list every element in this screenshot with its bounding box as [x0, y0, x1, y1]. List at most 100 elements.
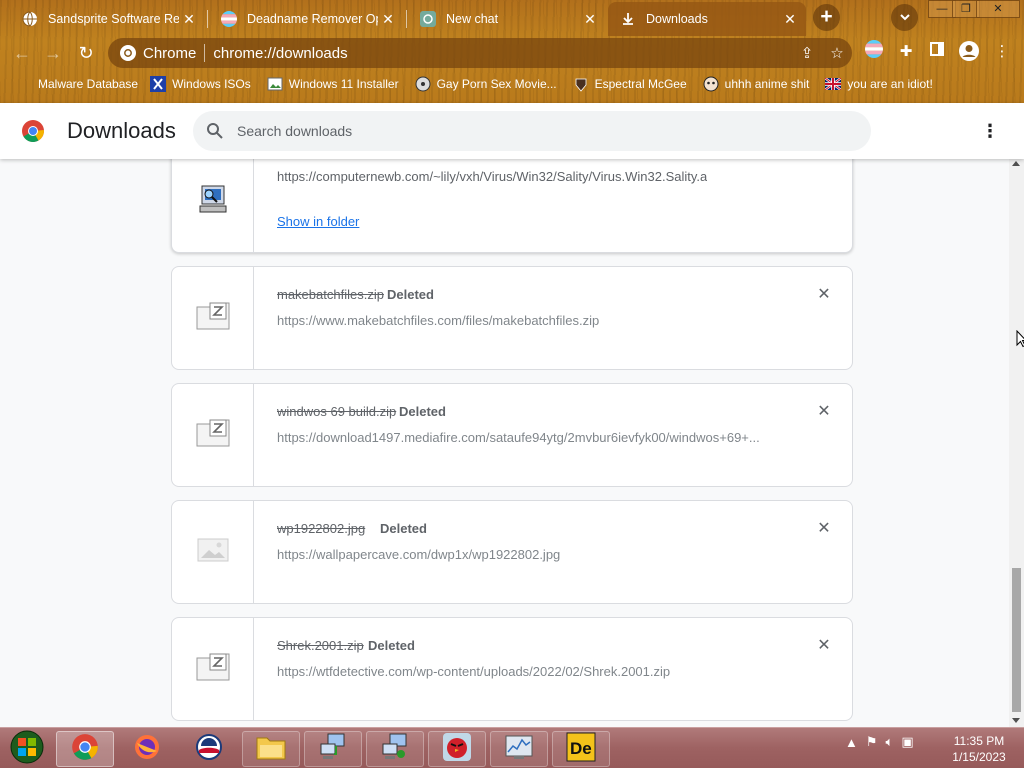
close-tab-icon[interactable]: ✕ — [378, 11, 398, 28]
address-bar[interactable]: Chrome chrome://downloads ⇪ ☆ — [108, 38, 852, 68]
bookmark-malware-database[interactable]: Malware Database — [16, 76, 138, 92]
network-computer-icon — [380, 732, 410, 767]
system-tray: ▲ ⚑ 🔈︎ ▣ — [845, 734, 922, 750]
search-icon — [205, 121, 225, 141]
chrome-icon — [119, 44, 137, 62]
download-item: wp1922802.jpg Deleted https://wallpaperc… — [171, 500, 853, 604]
bookmark-you-are-an-idiot[interactable]: you are an idiot! — [825, 76, 933, 92]
trans-flag-extension-icon[interactable] — [862, 40, 886, 64]
taskbar-network-2[interactable] — [366, 731, 424, 767]
taskbar-obama[interactable] — [180, 731, 238, 767]
reload-button[interactable]: ↻ — [73, 40, 99, 66]
file-icon-column — [172, 618, 254, 720]
url-text[interactable]: chrome://downloads — [213, 45, 792, 62]
program-icon — [196, 182, 230, 221]
action-center-flag-icon[interactable]: ⚑ — [866, 734, 878, 750]
remove-from-list-icon[interactable]: ✕ — [814, 285, 834, 305]
download-url[interactable]: https://computernewb.com/~lily/vxh/Virus… — [277, 169, 707, 184]
tab-downloads[interactable]: Downloads ✕ — [608, 2, 806, 36]
scroll-down-arrow-icon[interactable] — [1012, 718, 1020, 723]
close-tab-icon[interactable]: ✕ — [780, 11, 800, 28]
obama-logo-icon — [195, 733, 223, 766]
status-label: Deleted — [399, 404, 446, 419]
scrollbar-thumb[interactable] — [1012, 568, 1021, 712]
taskbar-deskedit[interactable]: De — [552, 731, 610, 767]
taskbar-network-1[interactable] — [304, 731, 362, 767]
download-item: makebatchfiles.zip Deleted https://www.m… — [171, 266, 853, 370]
back-button[interactable]: ← — [9, 40, 35, 66]
search-box[interactable] — [193, 111, 871, 151]
remove-from-list-icon[interactable]: ✕ — [814, 636, 834, 656]
more-actions-icon[interactable]: ⋮ — [980, 119, 1000, 143]
anime-icon — [703, 76, 719, 92]
volume-icon[interactable]: 🔈︎ — [886, 734, 894, 750]
clock[interactable]: 11:35 PM 1/15/2023 — [944, 733, 1014, 765]
bookmark-windows-11-installer[interactable]: Windows 11 Installer — [267, 76, 399, 92]
vertical-scrollbar[interactable] — [1009, 159, 1024, 727]
close-window-button[interactable]: ✕ — [976, 0, 1020, 18]
bookmark-label: Gay Porn Sex Movie... — [436, 77, 557, 91]
taskbar-angry-birds[interactable] — [428, 731, 486, 767]
remove-from-list-icon[interactable]: ✕ — [814, 519, 834, 539]
bookmark-star-icon[interactable]: ☆ — [822, 44, 852, 62]
show-in-folder-link[interactable]: Show in folder — [277, 214, 359, 229]
download-item: Shrek.2001.zip Deleted https://wtfdetect… — [171, 617, 853, 721]
downloads-header: Downloads ⋮ — [0, 103, 1024, 159]
file-name[interactable]: windwos 69 build.zip — [277, 404, 396, 419]
start-button[interactable] — [2, 730, 52, 767]
scroll-up-arrow-icon[interactable] — [1012, 161, 1020, 166]
new-tab-button[interactable]: + — [813, 4, 840, 31]
file-icon-column — [172, 159, 254, 252]
page-title: Downloads — [67, 118, 176, 143]
download-url[interactable]: https://www.makebatchfiles.com/files/mak… — [277, 313, 599, 328]
bookmark-label: you are an idiot! — [847, 77, 933, 91]
taskbar: De ▲ ⚑ 🔈︎ ▣ 11:35 PM 1/15/2023 — [0, 727, 1024, 768]
tab-sandsprite[interactable]: Sandsprite Software Rev ✕ — [10, 4, 205, 34]
forward-button[interactable]: → — [40, 40, 66, 66]
download-item: https://computernewb.com/~lily/vxh/Virus… — [171, 159, 853, 253]
image-file-icon — [197, 538, 229, 567]
download-icon — [620, 11, 636, 27]
share-icon[interactable]: ⇪ — [792, 44, 822, 62]
taskbar-file-explorer[interactable] — [242, 731, 300, 767]
download-url[interactable]: https://wtfdetective.com/wp-content/uplo… — [277, 664, 670, 679]
extensions-puzzle-icon[interactable]: ✚ — [894, 40, 918, 64]
file-name[interactable]: makebatchfiles.zip — [277, 287, 384, 302]
clock-time: 11:35 PM — [953, 734, 1005, 748]
bookmark-anime[interactable]: uhhh anime shit — [703, 76, 810, 92]
bookmark-espectral-mcgee[interactable]: Espectral McGee — [573, 76, 687, 92]
download-item: windwos 69 build.zip Deleted https://dow… — [171, 383, 853, 487]
taskbar-firefox[interactable] — [118, 731, 176, 767]
bookmark-gay-porn-sex-movie[interactable]: Gay Porn Sex Movie... — [415, 76, 557, 92]
show-hidden-icons-icon[interactable]: ▲ — [845, 735, 858, 750]
tab-title: Sandsprite Software Rev — [48, 12, 179, 26]
network-icon[interactable]: ▣ — [901, 734, 913, 750]
bookmarks-bar: Malware Database Windows ISOs Windows 11… — [0, 72, 1024, 96]
tab-new-chat[interactable]: New chat ✕ — [408, 4, 606, 34]
divider — [204, 44, 206, 62]
firefox-icon — [133, 733, 161, 766]
remove-from-list-icon[interactable]: ✕ — [814, 402, 834, 422]
bookmark-label: uhhh anime shit — [724, 77, 810, 91]
file-name[interactable]: Shrek.2001.zip — [277, 638, 364, 653]
close-tab-icon[interactable]: ✕ — [580, 11, 600, 28]
taskbar-chrome[interactable] — [56, 731, 114, 767]
side-panel-icon[interactable] — [925, 40, 949, 64]
download-url[interactable]: https://wallpapercave.com/dwp1x/wp192280… — [277, 547, 560, 562]
chrome-menu-icon[interactable]: ⋮ — [990, 40, 1014, 64]
deskedit-icon: De — [566, 732, 596, 767]
trans-flag-icon — [221, 11, 237, 27]
tab-deadname-remover[interactable]: Deadname Remover Optio ✕ — [209, 4, 404, 34]
status-label: Deleted — [387, 287, 434, 302]
taskbar-performance-monitor[interactable] — [490, 731, 548, 767]
bookmark-label: Windows ISOs — [172, 77, 251, 91]
file-name[interactable]: wp1922802.jpg — [277, 521, 365, 536]
profile-avatar-icon[interactable] — [957, 40, 981, 64]
tab-search-button[interactable] — [891, 4, 918, 31]
status-label: Deleted — [380, 521, 427, 536]
bookmark-windows-isos[interactable]: Windows ISOs — [150, 76, 251, 92]
search-input[interactable] — [237, 123, 837, 139]
file-icon-column — [172, 267, 254, 369]
download-url[interactable]: https://download1497.mediafire.com/satau… — [277, 430, 760, 445]
close-tab-icon[interactable]: ✕ — [179, 11, 199, 28]
